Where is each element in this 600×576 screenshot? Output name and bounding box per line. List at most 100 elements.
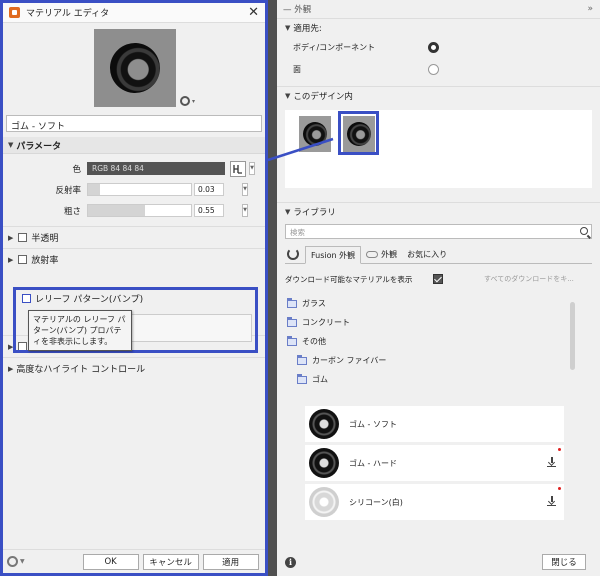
- editor-title: マテリアル エディタ: [26, 9, 110, 19]
- material-thumbnail: [309, 409, 339, 439]
- parameters-header[interactable]: ▼ パラメータ: [3, 137, 265, 154]
- preview-area: ▾: [3, 23, 265, 111]
- reflectance-input[interactable]: 0.03: [194, 183, 224, 196]
- apply-to-body-option[interactable]: ボディ/コンポーネント: [277, 36, 600, 58]
- folder-other[interactable]: その他: [277, 332, 600, 351]
- chevron-down-icon[interactable]: ▼: [249, 162, 255, 175]
- thumb-image: [299, 118, 331, 150]
- expand-triangle-icon: ▼: [8, 141, 14, 149]
- refresh-icon[interactable]: [287, 248, 299, 260]
- close-button[interactable]: 閉じる: [542, 554, 586, 570]
- design-material-thumb[interactable]: [299, 116, 331, 152]
- color-row: 色 RGB 84 84 84 ▼: [3, 158, 265, 179]
- transparency-checkbox[interactable]: [18, 233, 28, 242]
- search-icon[interactable]: [580, 227, 588, 235]
- texture-icon[interactable]: [230, 160, 246, 177]
- folder-carbon-fiber[interactable]: カーボン ファイバー: [277, 351, 600, 370]
- ok-button[interactable]: OK: [82, 553, 139, 570]
- transparency-label: 半透明: [31, 234, 59, 244]
- scene-icon: [180, 96, 190, 106]
- bump-section: レリーフ パターン(バンプ) マテリアルの レリーフ パターン(バンプ) プロパ…: [13, 287, 258, 353]
- material-thumbnail: [309, 448, 339, 478]
- roughness-slider[interactable]: [87, 204, 192, 217]
- download-all-link[interactable]: すべてのダウンロードをキ...: [484, 274, 574, 284]
- color-swatch[interactable]: RGB 84 84 84: [87, 162, 225, 175]
- transparency-section[interactable]: ▶ 半透明: [3, 226, 265, 248]
- emission-checkbox[interactable]: [18, 255, 28, 264]
- app-icon: [9, 7, 20, 18]
- folder-icon: [287, 316, 297, 327]
- tire-preview-image: [102, 35, 168, 101]
- in-design-label: このデザイン内: [293, 91, 353, 102]
- tab-fusion-appearance[interactable]: Fusion 外観: [305, 246, 362, 264]
- folder-icon: [297, 354, 307, 365]
- expand-panel-icon[interactable]: »: [587, 4, 593, 14]
- chevron-down-icon[interactable]: ▼: [242, 183, 248, 196]
- color-label: 色: [72, 164, 81, 175]
- material-preview: [94, 29, 176, 107]
- tab-appearance[interactable]: 外観: [361, 245, 402, 263]
- new-badge: [558, 487, 561, 490]
- cloud-icon: [366, 250, 379, 258]
- expand-triangle-icon: ▼: [285, 23, 291, 32]
- new-badge: [558, 448, 561, 451]
- download-icon[interactable]: [547, 496, 556, 506]
- close-icon[interactable]: ✕: [248, 6, 259, 19]
- roughness-row: 粗さ 0.55 ▼: [3, 200, 265, 221]
- library-search-input[interactable]: 検索: [285, 224, 592, 239]
- apply-button[interactable]: 適用: [202, 553, 259, 570]
- appearance-panel: — 外観 » ▼ 適用先: ボディ/コンポーネント 面 ▼ このデザイン内 ▼ …: [277, 0, 600, 576]
- expand-triangle-icon: ▶: [8, 364, 14, 373]
- bump-header[interactable]: レリーフ パターン(バンプ): [16, 290, 255, 307]
- folder-icon: [287, 297, 297, 308]
- settings-icon[interactable]: [7, 556, 18, 567]
- appearance-title: — 外観: [283, 5, 312, 15]
- folder-concrete[interactable]: コンクリート: [277, 313, 600, 332]
- material-thumbnail: [309, 487, 339, 517]
- preview-options-button[interactable]: ▾: [180, 96, 195, 106]
- body-radio[interactable]: [428, 41, 439, 53]
- library-tree: ガラス コンクリート その他 カーボン ファイバー ゴム ゴム - ソフト ゴム…: [277, 294, 600, 520]
- editor-footer: ▼ OK キャンセル 適用: [3, 549, 265, 573]
- face-radio[interactable]: [428, 63, 439, 75]
- expand-triangle-icon: ▼: [285, 91, 291, 100]
- library-label: ライブラリ: [293, 207, 336, 218]
- chevron-down-icon: ▾: [192, 97, 196, 105]
- chevron-down-icon[interactable]: ▼: [20, 558, 25, 565]
- show-downloadable-label: ダウンロード可能なマテリアルを表示: [285, 274, 413, 284]
- tab-favorites[interactable]: お気に入り: [402, 245, 452, 263]
- editor-titlebar[interactable]: マテリアル エディタ ✕: [3, 3, 265, 23]
- emission-label: 放射率: [31, 256, 59, 266]
- material-item-silicone-white[interactable]: シリコーン(白): [305, 484, 564, 520]
- apply-to-header[interactable]: ▼ 適用先:: [277, 18, 600, 36]
- expand-triangle-icon: ▶: [8, 255, 14, 264]
- parameters-label: パラメータ: [16, 141, 62, 152]
- reflectance-slider[interactable]: [87, 183, 192, 196]
- in-design-header[interactable]: ▼ このデザイン内: [277, 86, 600, 104]
- bump-label: レリーフ パターン(バンプ): [35, 295, 144, 305]
- folder-icon: [287, 335, 297, 346]
- folder-glass[interactable]: ガラス: [277, 294, 600, 313]
- chevron-down-icon[interactable]: ▼: [242, 204, 248, 217]
- face-option-label: 面: [293, 64, 301, 74]
- body-option-label: ボディ/コンポーネント: [293, 42, 376, 52]
- bump-checkbox[interactable]: [22, 294, 31, 303]
- cancel-button[interactable]: キャンセル: [142, 553, 199, 570]
- library-scrollbar[interactable]: [570, 302, 575, 370]
- material-name: シリコーン(白): [349, 497, 403, 507]
- show-downloadable-row: ダウンロード可能なマテリアルを表示 すべてのダウンロードをキ...: [277, 268, 600, 290]
- material-item-rubber-hard[interactable]: ゴム - ハード: [305, 445, 564, 481]
- material-name-field[interactable]: ゴム - ソフト: [6, 115, 262, 132]
- apply-to-label: 適用先:: [293, 23, 322, 34]
- apply-to-face-option[interactable]: 面: [277, 58, 600, 80]
- roughness-input[interactable]: 0.55: [194, 204, 224, 217]
- info-icon[interactable]: i: [285, 556, 296, 568]
- folder-rubber[interactable]: ゴム: [277, 370, 600, 389]
- material-item-rubber-soft[interactable]: ゴム - ソフト: [305, 406, 564, 442]
- show-downloadable-checkbox[interactable]: [433, 274, 443, 284]
- download-icon[interactable]: [547, 457, 556, 467]
- highlight-section[interactable]: ▶ 高度なハイライト コントロール: [3, 357, 265, 379]
- emission-section[interactable]: ▶ 放射率: [3, 248, 265, 270]
- appearance-footer: i 閉じる: [277, 548, 600, 576]
- library-header[interactable]: ▼ ライブラリ: [277, 202, 600, 220]
